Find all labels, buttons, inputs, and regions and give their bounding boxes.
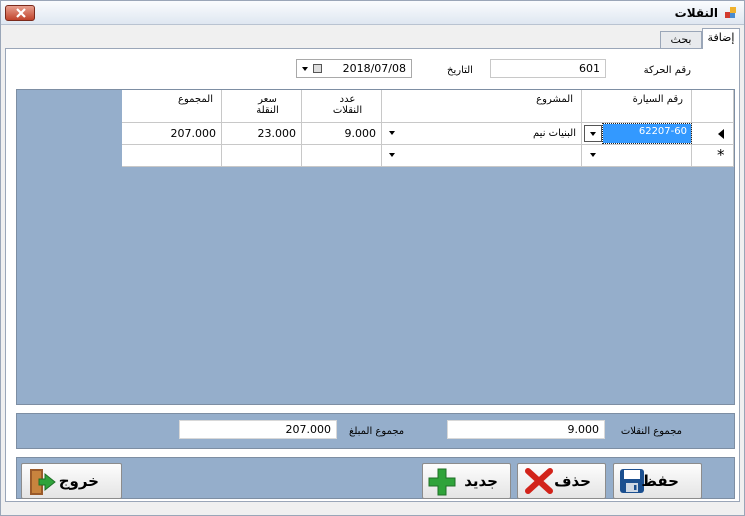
date-label: التاريخ <box>447 65 473 76</box>
red-x-icon <box>525 468 553 494</box>
chevron-down-icon <box>590 132 596 136</box>
cell-price[interactable]: 23.000 <box>222 123 302 145</box>
column-header-price[interactable]: سعر النقلة <box>222 90 302 123</box>
column-header-total[interactable]: المجموع <box>122 90 222 123</box>
exit-label: خروج <box>58 472 99 490</box>
count-total-label: مجموع النقلات <box>620 426 682 437</box>
close-button[interactable] <box>5 5 35 21</box>
transaction-input[interactable]: 601 <box>490 59 606 78</box>
amount-total-field: 207.000 <box>179 420 337 439</box>
cell-total[interactable]: 207.000 <box>122 123 222 145</box>
column-header-project[interactable]: المشروع <box>382 90 582 123</box>
column-header-count-line2: النقلات <box>332 105 363 116</box>
cell-car[interactable]: 62207-60 <box>582 123 692 145</box>
window-title: النقلات <box>674 6 718 20</box>
chevron-down-icon[interactable] <box>590 153 596 157</box>
column-header-price-line1: سعر <box>258 94 277 105</box>
column-header-count-line1: عدد <box>339 94 356 105</box>
new-cell-count[interactable] <box>302 145 382 167</box>
column-header-car[interactable]: رقم السيارة <box>582 90 692 123</box>
exit-button[interactable]: خروج <box>21 463 122 499</box>
transaction-label: رقم الحركة <box>643 65 691 76</box>
app-icon <box>725 7 736 18</box>
chevron-down-icon[interactable] <box>389 131 395 135</box>
chevron-down-icon[interactable] <box>389 153 395 157</box>
cell-project[interactable]: البنيات نيم <box>382 123 582 145</box>
date-picker[interactable]: 2018/07/08 <box>296 59 412 78</box>
tab-search[interactable]: بحث <box>660 31 702 48</box>
save-button[interactable]: حفظ <box>613 463 702 499</box>
title-bar: النقلات <box>1 1 744 25</box>
calendar-icon[interactable] <box>313 64 322 73</box>
tab-add[interactable]: إضافة <box>702 28 740 49</box>
chevron-down-icon[interactable] <box>302 67 308 71</box>
new-cell-car[interactable] <box>582 145 692 167</box>
row-indicator-new[interactable]: * <box>692 145 734 167</box>
row-header-corner <box>692 90 734 123</box>
delete-label: حذف <box>554 472 591 490</box>
column-header-count[interactable]: عدد النقلات <box>302 90 382 123</box>
main-window: النقلات بحث إضافة رقم الحركة 601 التاريخ… <box>0 0 745 516</box>
cell-car-value[interactable]: 62207-60 <box>602 123 692 144</box>
count-total-field: 9.000 <box>447 420 605 439</box>
column-header-price-line2: النقلة <box>256 105 279 116</box>
current-row-arrow-icon <box>718 129 724 139</box>
date-value: 2018/07/08 <box>342 62 406 75</box>
delete-button[interactable]: حذف <box>517 463 606 499</box>
button-bar: حفظ حذف جديد خروج <box>16 457 735 499</box>
green-plus-icon <box>428 468 456 496</box>
transfers-grid: المجموع سعر النقلة عدد النقلات المشروع ر… <box>16 89 735 405</box>
new-cell-project[interactable] <box>382 145 582 167</box>
new-button[interactable]: جديد <box>422 463 511 499</box>
car-dropdown-button[interactable] <box>584 125 602 142</box>
cell-project-value: البنيات نيم <box>533 128 576 139</box>
new-cell-price[interactable] <box>222 145 302 167</box>
add-panel: رقم الحركة 601 التاريخ 2018/07/08 المجمو… <box>5 48 740 502</box>
amount-total-label: مجموع المبلغ <box>349 426 405 437</box>
totals-bar: مجموع النقلات 9.000 مجموع المبلغ 207.000 <box>16 413 735 449</box>
new-label: جديد <box>464 472 498 490</box>
close-icon <box>16 8 26 18</box>
grid-table: المجموع سعر النقلة عدد النقلات المشروع ر… <box>122 90 734 168</box>
save-label: حفظ <box>641 472 679 490</box>
door-exit-icon <box>30 469 56 495</box>
new-row-marker: * <box>717 146 725 164</box>
row-indicator-current[interactable] <box>692 123 734 145</box>
new-cell-total[interactable] <box>122 145 222 167</box>
cell-count[interactable]: 9.000 <box>302 123 382 145</box>
